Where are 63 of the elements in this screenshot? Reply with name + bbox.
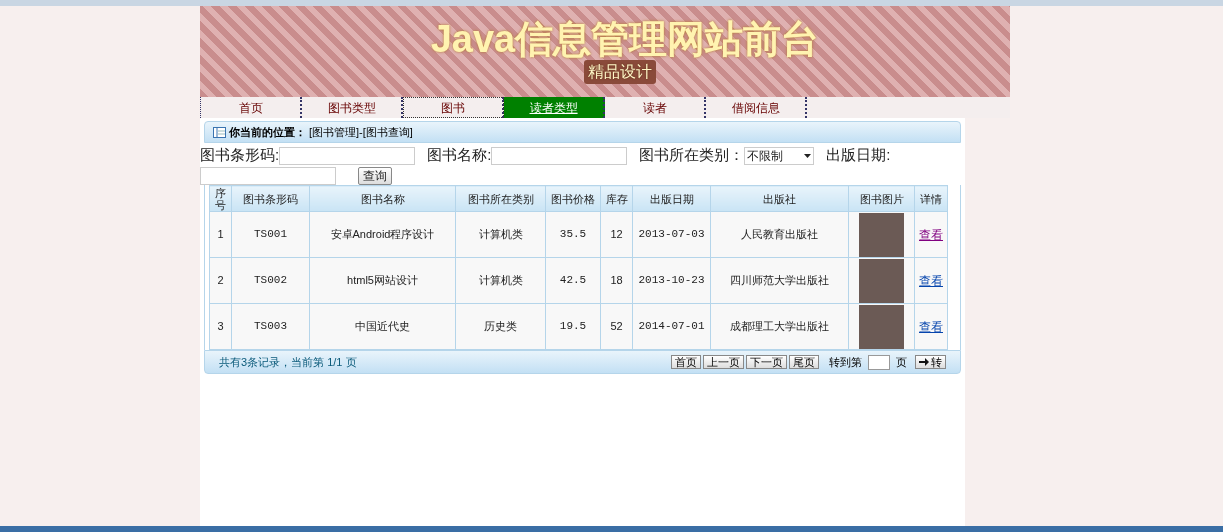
table-cell: 2013-07-03 [632, 211, 711, 258]
table-cell: 安卓Android程序设计 [309, 211, 456, 258]
table-cell: 12 [600, 211, 633, 258]
pager-button[interactable]: 首页 [671, 355, 701, 370]
column-header: 序号 [209, 185, 232, 212]
field-label: 图书名称: [427, 146, 492, 163]
photo-placeholder [859, 212, 904, 257]
table-cell: 18 [600, 257, 633, 304]
column-header: 详情 [914, 185, 948, 212]
table-cell: TS003 [231, 303, 310, 350]
nav-tab[interactable]: 读者类型 [504, 97, 605, 118]
table-cell: 52 [600, 303, 633, 350]
pager-button[interactable]: 下一页 [746, 355, 787, 370]
table-cell: 1 [209, 211, 232, 258]
column-header: 出版日期 [632, 185, 711, 212]
record-summary: 共有3条记录，当前第 1/1 页 [219, 354, 357, 370]
table-cell: 人民教育出版社 [710, 211, 849, 258]
table-cell: html5网站设计 [309, 257, 456, 304]
table-cell: 计算机类 [455, 257, 546, 304]
input-field[interactable] [491, 147, 628, 166]
pager-button[interactable]: 上一页 [703, 355, 744, 370]
table-cell: 四川师范大学出版社 [710, 257, 849, 304]
dropdown-caret-icon [804, 154, 812, 159]
table-cell: 计算机类 [455, 211, 546, 258]
category-select[interactable]: 不限制 [744, 147, 815, 166]
table-cell: TS001 [231, 211, 310, 258]
table-cell: 42.5 [545, 257, 601, 304]
arrow-right-icon [919, 358, 929, 367]
table-cell: 历史类 [455, 303, 546, 350]
photo-placeholder [859, 258, 904, 303]
input-field[interactable] [279, 147, 416, 166]
table-cell: 19.5 [545, 303, 601, 350]
banner-title: Java信息管理网站前台 [430, 19, 820, 58]
table-cell: 成都理工大学出版社 [710, 303, 849, 350]
table-cell: 2013-10-23 [632, 257, 711, 304]
table-cell: 3 [209, 303, 232, 350]
photo-placeholder [859, 304, 904, 349]
pager-button[interactable]: 尾页 [789, 355, 819, 370]
field-label: 图书所在类别： [639, 146, 745, 163]
column-header: 图书名称 [309, 185, 456, 212]
field-label: 出版日期: [826, 146, 891, 163]
table-icon [213, 126, 226, 138]
breadcrumb-label: 你当前的位置： [229, 124, 306, 140]
column-header: 图书图片 [848, 185, 915, 212]
column-header: 图书条形码 [231, 185, 310, 212]
go-button[interactable]: 转 [915, 355, 946, 370]
table-cell: 中国近代史 [309, 303, 456, 350]
column-header: 图书价格 [545, 185, 601, 212]
query-button[interactable]: 查询 [358, 167, 392, 186]
table-cell: 2 [209, 257, 232, 304]
breadcrumb-path: [图书管理]-[图书查询] [309, 124, 413, 140]
field-label: 图书条形码: [200, 146, 280, 163]
column-header: 图书所在类别 [455, 185, 546, 212]
goto-label: 转到第 [829, 354, 862, 370]
page-unit: 页 [896, 354, 907, 370]
table-cell: TS002 [231, 257, 310, 304]
column-header: 出版社 [710, 185, 849, 212]
table-cell: 2014-07-01 [632, 303, 711, 350]
banner-subtitle: 精品设计 [584, 59, 656, 84]
table-cell: 35.5 [545, 211, 601, 258]
column-header: 库存 [600, 185, 633, 212]
input-field[interactable] [200, 167, 336, 186]
page-input[interactable] [868, 354, 890, 370]
